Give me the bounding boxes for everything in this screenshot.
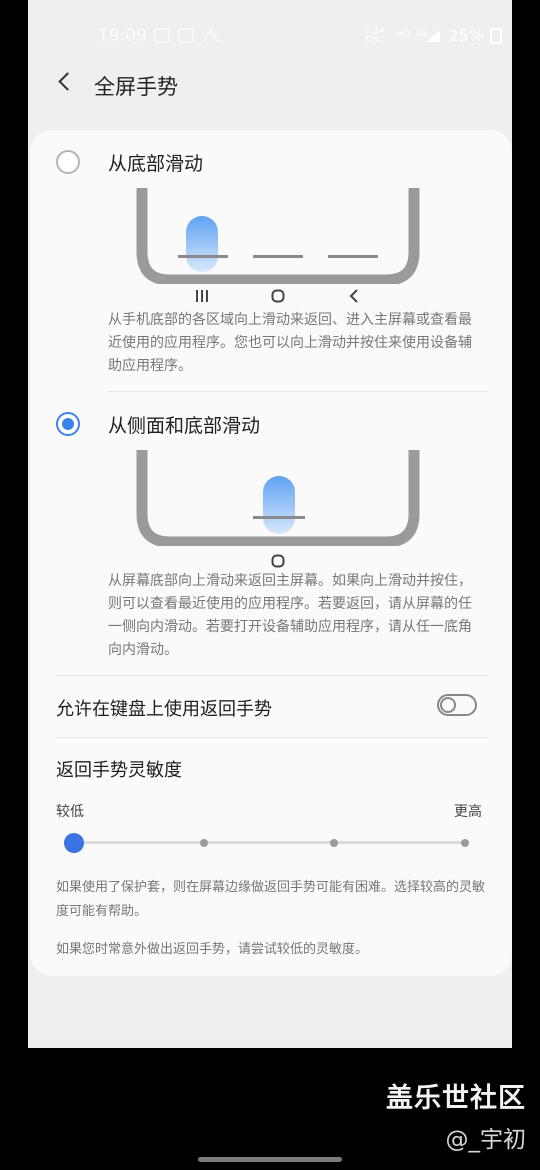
watermark-title: 盖乐世社区 (386, 1083, 526, 1114)
keyboard-gesture-label[interactable]: 允许在键盘上使用返回手势 (56, 695, 272, 721)
watermark-author: @_宇初 (445, 1127, 527, 1153)
slider-step[interactable] (461, 839, 469, 847)
battery-icon (490, 27, 502, 44)
option-side-bottom-swipe-description: 从屏幕底部向上滑动来返回主屏幕。如果向上滑动并按住，则可以查看最近使用的应用程序… (108, 573, 472, 658)
back-arrow-icon[interactable] (54, 70, 78, 94)
sensitivity-low-label: 较低 (56, 804, 84, 820)
sensitivity-note-2: 如果您时常意外做出返回手势，请尝试较低的灵敏度。 (56, 942, 369, 957)
sensitivity-high-label: 更高 (454, 804, 482, 820)
bottom-swipe-illustration (136, 188, 420, 284)
hd-indicator: HD (396, 30, 411, 40)
home-icon (271, 289, 285, 303)
divider (108, 391, 488, 392)
option-side-bottom-swipe-label[interactable]: 从侧面和底部滑动 (108, 411, 260, 438)
slider-step[interactable] (200, 839, 208, 847)
sensitivity-note-1: 如果使用了保护套，则在屏幕边缘做返回手势可能有困难。选择较高的灵敏度可能有帮助。 (56, 880, 486, 919)
slider-step[interactable] (330, 839, 338, 847)
divider (56, 675, 488, 676)
radio-bottom-swipe[interactable] (56, 150, 80, 174)
settings-card: 从底部滑动 从手机底部的各区域向上滑动来返回、进入主屏幕或查看最近使用的应用程序… (30, 130, 512, 976)
image-icon (154, 28, 170, 43)
signal-type: 4G (416, 29, 427, 38)
toggle-knob (440, 697, 456, 713)
app-header: 全屏手势 (28, 62, 512, 106)
status-bar: 19:09 0.14 K/s HD 4G 25% (28, 22, 512, 52)
page-title: 全屏手势 (94, 75, 178, 99)
sensitivity-title: 返回手势灵敏度 (56, 760, 182, 781)
divider (56, 737, 488, 738)
slider-track[interactable] (74, 841, 466, 844)
back-icon (349, 289, 358, 303)
signal-icon: 4G (416, 29, 441, 42)
slider-thumb[interactable] (64, 833, 84, 853)
radio-side-bottom-swipe[interactable] (56, 412, 80, 436)
home-icon (271, 554, 285, 568)
status-time: 19:09 (98, 26, 147, 46)
option-bottom-swipe-label[interactable]: 从底部滑动 (108, 149, 203, 176)
battery-percent: 25% (448, 26, 484, 45)
home-indicator[interactable] (198, 1157, 342, 1162)
network-speed: 0.14 K/s (364, 25, 385, 45)
recent-apps-icon (196, 290, 208, 302)
keyboard-gesture-toggle[interactable] (437, 694, 477, 716)
option-bottom-swipe-description: 从手机底部的各区域向上滑动来返回、进入主屏幕或查看最近使用的应用程序。您也可以向… (108, 312, 472, 374)
gmail-icon (178, 28, 194, 43)
notification-icons (154, 28, 220, 44)
phone-screen: 19:09 0.14 K/s HD 4G 25% 全屏手势 从底部滑动 从手机底… (28, 0, 512, 1048)
side-bottom-swipe-illustration (136, 450, 420, 546)
system-icons: 0.14 K/s HD 4G 25% (365, 26, 502, 45)
network-icon (203, 28, 219, 43)
